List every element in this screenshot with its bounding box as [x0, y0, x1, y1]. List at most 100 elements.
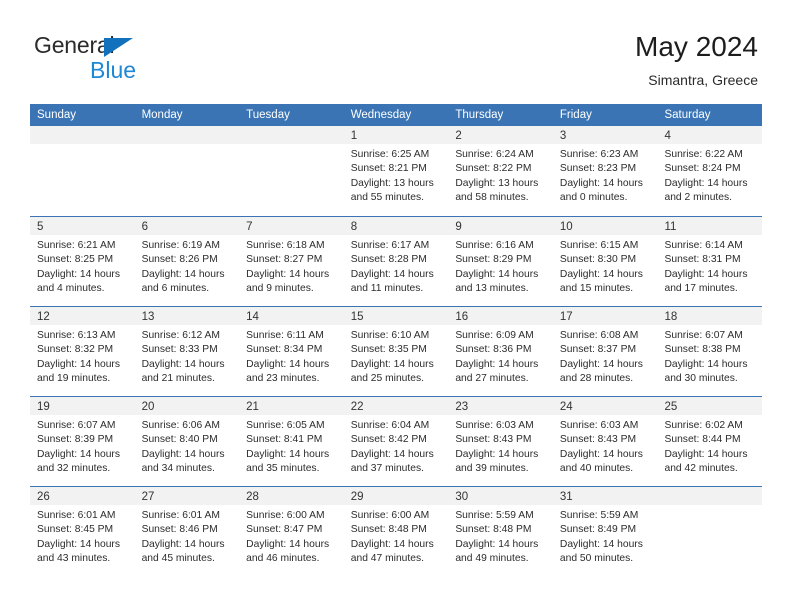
day-detail-line: Sunrise: 6:00 AM — [246, 510, 325, 521]
calendar-day-cell[interactable]: 27 Sunrise: 6:01 AM Sunset: 8:46 PM Dayligh… — [134, 487, 240, 576]
day-detail-body: Sunrise: 6:19 AM Sunset: 8:26 PM Daylight:… — [135, 235, 240, 297]
day-number-strip: 23 — [448, 397, 553, 415]
calendar-day-cell[interactable]: 17 Sunrise: 6:08 AM Sunset: 8:37 PM Dayligh… — [552, 307, 658, 396]
day-detail-body: Sunrise: 6:01 AM Sunset: 8:46 PM Daylight:… — [135, 505, 240, 567]
day-detail-line: Sunrise: 6:17 AM — [350, 240, 430, 251]
day-number: 2 — [455, 130, 462, 142]
day-detail-line: Sunset: 8:40 PM — [141, 434, 218, 446]
day-number: 3 — [559, 130, 567, 142]
day-detail-line: and 21 minutes. — [141, 373, 215, 385]
day-detail-line: Sunset: 8:47 PM — [246, 524, 323, 536]
day-number: 29 — [350, 491, 364, 503]
day-detail-line: Daylight: 14 hours — [37, 538, 120, 550]
calendar-day-cell[interactable]: 22 Sunrise: 6:04 AM Sunset: 8:42 PM Dayligh… — [343, 397, 449, 486]
day-number-strip: 17 — [552, 307, 658, 325]
day-detail-body: Sunrise: 6:21 AM Sunset: 8:25 PM Daylight:… — [30, 235, 135, 297]
logo-text-blue: Blue — [90, 57, 137, 83]
day-detail-body: Sunrise: 6:04 AM Sunset: 8:42 PM Daylight:… — [344, 415, 449, 477]
day-number-strip: 2 — [448, 126, 553, 144]
calendar-day-cell[interactable]: 16 Sunrise: 6:09 AM Sunset: 8:36 PM Dayligh… — [448, 307, 553, 396]
day-number-strip: 29 — [343, 487, 449, 505]
calendar-day-cell[interactable]: 23 Sunrise: 6:03 AM Sunset: 8:43 PM Dayligh… — [448, 397, 553, 486]
day-detail-line: and 45 minutes. — [141, 553, 215, 565]
calendar-day-cell[interactable]: 3 Sunrise: 6:23 AM Sunset: 8:23 PM Daylight… — [552, 126, 658, 216]
day-detail-line: Sunset: 8:21 PM — [350, 163, 427, 175]
day-detail-line: Sunset: 8:45 PM — [37, 524, 114, 536]
calendar-day-cell-empty — [30, 126, 135, 216]
day-detail-line: Daylight: 14 hours — [559, 538, 643, 550]
day-detail-line: Sunrise: 6:09 AM — [455, 330, 534, 341]
day-detail-line: Sunrise: 6:22 AM — [664, 149, 743, 160]
day-number: 12 — [37, 311, 50, 323]
calendar-day-cell[interactable]: 11 Sunrise: 6:14 AM Sunset: 8:31 PM Dayligh… — [657, 217, 763, 306]
calendar-day-cell[interactable]: 5 Sunrise: 6:21 AM Sunset: 8:25 PM Daylight… — [30, 217, 135, 306]
calendar-day-cell[interactable]: 12 Sunrise: 6:13 AM Sunset: 8:32 PM Dayligh… — [30, 307, 135, 396]
calendar-day-cell[interactable]: 21 Sunrise: 6:05 AM Sunset: 8:41 PM Dayligh… — [239, 397, 344, 486]
day-detail-line: and 4 minutes. — [37, 283, 105, 295]
calendar-day-cell-empty — [239, 126, 344, 216]
day-detail-line: Sunset: 8:44 PM — [664, 434, 741, 446]
day-detail-body: Sunrise: 6:10 AM Sunset: 8:35 PM Daylight:… — [344, 325, 449, 387]
calendar-day-cell[interactable]: 7 Sunrise: 6:18 AM Sunset: 8:27 PM Daylight… — [239, 217, 344, 306]
day-detail-line: Sunrise: 5:59 AM — [559, 510, 639, 521]
day-detail-line: Daylight: 14 hours — [455, 448, 539, 460]
calendar-day-cell[interactable]: 28 Sunrise: 6:00 AM Sunset: 8:47 PM Dayligh… — [239, 487, 344, 576]
day-detail-line: Sunset: 8:30 PM — [559, 254, 637, 266]
calendar-day-cell[interactable]: 18 Sunrise: 6:07 AM Sunset: 8:38 PM Dayligh… — [657, 307, 763, 396]
day-detail-line: Sunset: 8:22 PM — [455, 163, 532, 175]
day-number: 23 — [455, 401, 469, 413]
calendar-day-cell[interactable]: 26 Sunrise: 6:01 AM Sunset: 8:45 PM Dayligh… — [30, 487, 135, 576]
day-detail-line: Daylight: 14 hours — [350, 268, 434, 280]
day-detail-line: Daylight: 13 hours — [455, 177, 539, 189]
day-number: 13 — [141, 311, 155, 323]
title-block: May 2024 Simantra, Greece — [635, 30, 758, 90]
day-detail-line: and 58 minutes. — [455, 192, 529, 204]
calendar-day-cell[interactable]: 25 Sunrise: 6:02 AM Sunset: 8:44 PM Dayligh… — [657, 397, 763, 486]
calendar-day-cell[interactable]: 8 Sunrise: 6:17 AM Sunset: 8:28 PM Daylight… — [343, 217, 449, 306]
calendar-day-cell[interactable]: 31 Sunrise: 5:59 AM Sunset: 8:49 PM Dayligh… — [552, 487, 658, 576]
calendar-day-cell[interactable]: 2 Sunrise: 6:24 AM Sunset: 8:22 PM Daylight… — [448, 126, 553, 216]
general-blue-logo[interactable]: General Blue — [34, 32, 214, 88]
day-detail-line: and 32 minutes. — [37, 463, 111, 475]
calendar-day-cell[interactable]: 9 Sunrise: 6:16 AM Sunset: 8:29 PM Daylight… — [448, 217, 553, 306]
day-detail-line: and 2 minutes. — [664, 192, 733, 204]
day-detail-line: Daylight: 14 hours — [559, 448, 643, 460]
calendar-grid: Sunday Monday Tuesday Wednesday Thursday Frid… — [30, 104, 763, 576]
day-number-strip: 31 — [552, 487, 658, 505]
calendar-day-cell[interactable]: 20 Sunrise: 6:06 AM Sunset: 8:40 PM Dayligh… — [134, 397, 240, 486]
day-number-strip: 4 — [657, 126, 763, 144]
day-detail-line: Sunrise: 6:07 AM — [37, 420, 116, 431]
day-detail-line: Daylight: 14 hours — [455, 358, 539, 370]
day-number: 14 — [246, 311, 259, 323]
day-number-strip: 8 — [343, 217, 449, 235]
calendar-day-cell[interactable]: 6 Sunrise: 6:19 AM Sunset: 8:26 PM Daylight… — [134, 217, 240, 306]
day-detail-line: Sunrise: 6:16 AM — [455, 240, 534, 251]
calendar-day-cell[interactable]: 10 Sunrise: 6:15 AM Sunset: 8:30 PM Dayligh… — [552, 217, 658, 306]
day-number-strip: 28 — [239, 487, 344, 505]
day-detail-body: Sunrise: 6:22 AM Sunset: 8:24 PM Daylight:… — [657, 144, 762, 206]
day-number: 19 — [37, 401, 50, 413]
day-detail-body: Sunrise: 6:13 AM Sunset: 8:32 PM Daylight:… — [30, 325, 135, 387]
day-detail-line: Sunset: 8:25 PM — [37, 254, 114, 266]
calendar-week-row: 19 Sunrise: 6:07 AM Sunset: 8:39 PM Dayligh… — [30, 396, 763, 486]
day-number-strip: 11 — [657, 217, 763, 235]
weekday-header-tuesday: Tuesday — [246, 109, 290, 121]
day-number-strip: 1 — [343, 126, 449, 144]
day-detail-line: and 23 minutes. — [246, 373, 320, 385]
calendar-day-cell[interactable]: 1 Sunrise: 6:25 AM Sunset: 8:21 PM Daylight… — [343, 126, 449, 216]
day-detail-line: Sunrise: 6:03 AM — [455, 420, 534, 431]
calendar-day-cell[interactable]: 13 Sunrise: 6:12 AM Sunset: 8:33 PM Dayligh… — [134, 307, 240, 396]
day-detail-line: Sunset: 8:37 PM — [559, 344, 637, 356]
day-detail-line: Sunset: 8:27 PM — [246, 254, 323, 266]
day-detail-body: Sunrise: 6:02 AM Sunset: 8:44 PM Daylight:… — [657, 415, 762, 477]
calendar-day-cell[interactable]: 14 Sunrise: 6:11 AM Sunset: 8:34 PM Dayligh… — [239, 307, 344, 396]
day-detail-line: Daylight: 14 hours — [246, 538, 330, 550]
calendar-day-cell[interactable]: 29 Sunrise: 6:00 AM Sunset: 8:48 PM Dayligh… — [343, 487, 449, 576]
calendar-day-cell[interactable]: 15 Sunrise: 6:10 AM Sunset: 8:35 PM Dayligh… — [343, 307, 449, 396]
calendar-day-cell[interactable]: 24 Sunrise: 6:03 AM Sunset: 8:43 PM Dayligh… — [552, 397, 658, 486]
calendar-day-cell[interactable]: 30 Sunrise: 5:59 AM Sunset: 8:48 PM Dayligh… — [448, 487, 553, 576]
calendar-day-cell[interactable]: 4 Sunrise: 6:22 AM Sunset: 8:24 PM Daylight… — [657, 126, 763, 216]
day-detail-line: and 34 minutes. — [141, 463, 215, 475]
day-number: 9 — [455, 221, 462, 233]
calendar-day-cell[interactable]: 19 Sunrise: 6:07 AM Sunset: 8:39 PM Dayligh… — [30, 397, 135, 486]
